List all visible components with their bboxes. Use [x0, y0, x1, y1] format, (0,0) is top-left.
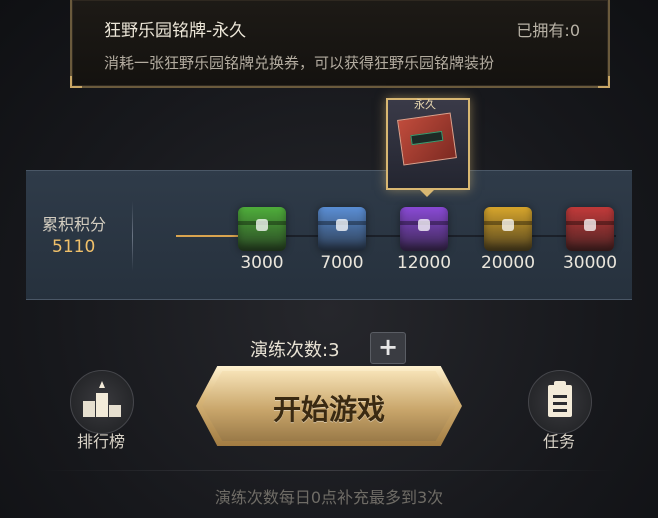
reward-tag: 永久 [414, 98, 436, 111]
leaderboard-label: 排行榜 [76, 432, 125, 451]
reward-pointer-icon [418, 188, 436, 197]
add-practice-button[interactable]: + [370, 332, 406, 364]
tooltip-corner-left [70, 76, 82, 88]
progress-panel: 累积积分 5110 3000 7000 12000 20000 30000 [26, 170, 632, 300]
red-chest-icon[interactable] [566, 207, 614, 251]
tooltip-owned-count: 已拥有:0 [516, 21, 580, 40]
tooltip-description: 消耗一张狂野乐园铭牌兑换券，可以获得狂野乐园铭牌装扮 [104, 54, 495, 72]
milestone-label-30000: 30000 [562, 253, 618, 273]
green-chest-icon[interactable] [238, 207, 286, 251]
practice-count: 演练次数:3 [250, 340, 340, 361]
milestone-label-7000: 7000 [320, 253, 364, 273]
score-label: 累积积分 [42, 215, 107, 234]
start-game-label: 开始游戏 [272, 393, 385, 426]
leaderboard-button[interactable] [70, 370, 134, 434]
milestone-label-20000: 20000 [480, 253, 536, 273]
score-value: 5110 [52, 237, 96, 257]
start-game-button[interactable]: 开始游戏 [196, 366, 462, 446]
gold-chest-icon[interactable] [484, 207, 532, 251]
plus-icon: + [377, 333, 399, 361]
tasks-label: 任务 [542, 432, 575, 451]
nameplate-icon [397, 112, 457, 166]
milestone-label-12000: 12000 [396, 253, 452, 273]
tooltip-title: 狂野乐园铭牌-永久 [104, 21, 247, 41]
tooltip-corner-right [598, 76, 610, 88]
task-list-icon [548, 381, 572, 417]
footer-note: 演练次数每日0点补充最多到3次 [214, 488, 444, 507]
podium-icon [83, 381, 121, 417]
score-divider [132, 201, 133, 271]
reward-tooltip: 狂野乐园铭牌-永久 已拥有:0 消耗一张狂野乐园铭牌兑换券，可以获得狂野乐园铭牌… [70, 0, 610, 88]
milestone-label-3000: 3000 [240, 253, 284, 273]
footer-divider [40, 470, 618, 471]
tasks-button[interactable] [528, 370, 592, 434]
blue-chest-icon[interactable] [318, 207, 366, 251]
purple-chest-icon[interactable] [400, 207, 448, 251]
